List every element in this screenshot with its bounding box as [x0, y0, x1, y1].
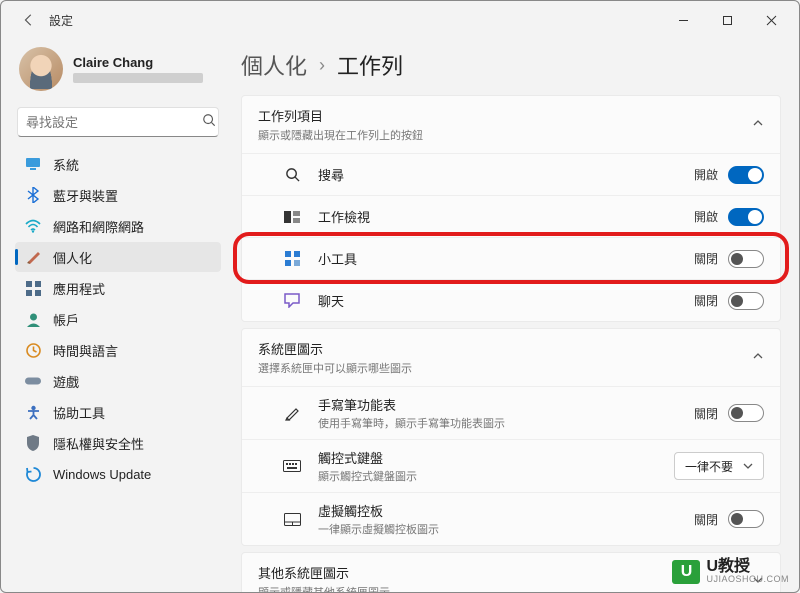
- sidebar-item-clock[interactable]: 時間與語言: [15, 335, 221, 365]
- toggle-switch[interactable]: [728, 404, 764, 422]
- row-sublabel: 使用手寫筆時，顯示手寫筆功能表圖示: [318, 415, 694, 431]
- taskbar-item-row: 小工具關閉: [242, 237, 780, 279]
- window-title: 設定: [49, 12, 73, 29]
- sidebar-item-label: 藍牙與裝置: [53, 186, 118, 205]
- toggle-state: 開啟: [694, 208, 718, 225]
- sidebar-item-bluetooth[interactable]: 藍牙與裝置: [15, 180, 221, 210]
- sidebar-item-label: 時間與語言: [53, 341, 118, 360]
- sidebar-item-label: 隱私權與安全性: [53, 434, 144, 453]
- sidebar-item-apps[interactable]: 應用程式: [15, 273, 221, 303]
- apps-icon: [25, 280, 41, 296]
- toggle-state: 關閉: [694, 292, 718, 309]
- breadcrumb-current: 工作列: [337, 49, 403, 81]
- sidebar-item-label: 網路和網際網路: [53, 217, 144, 236]
- taskview-icon: [282, 211, 302, 223]
- sidebar-item-label: 協助工具: [53, 403, 105, 422]
- row-label: 手寫筆功能表: [318, 395, 694, 414]
- watermark: U U教授 UJIAOSHOU.COM: [672, 559, 789, 584]
- toggle-switch[interactable]: [728, 208, 764, 226]
- row-label: 搜尋: [318, 165, 694, 184]
- search-box[interactable]: [17, 107, 219, 137]
- section-tray-icons: 系統匣圖示 選擇系統匣中可以顯示哪些圖示 手寫筆功能表使用手寫筆時，顯示手寫筆功…: [241, 328, 781, 546]
- bluetooth-icon: [25, 187, 41, 203]
- section-header[interactable]: 系統匣圖示 選擇系統匣中可以顯示哪些圖示: [242, 329, 780, 386]
- toggle-switch[interactable]: [728, 292, 764, 310]
- sidebar-item-shield[interactable]: 隱私權與安全性: [15, 428, 221, 458]
- sidebar-item-access[interactable]: 協助工具: [15, 397, 221, 427]
- chevron-up-icon: [752, 349, 764, 367]
- toggle-switch[interactable]: [728, 250, 764, 268]
- user-icon: [25, 311, 41, 327]
- clock-icon: [25, 342, 41, 358]
- chat-icon: [282, 293, 302, 308]
- sidebar-item-user[interactable]: 帳戶: [15, 304, 221, 334]
- toggle-state: 開啟: [694, 166, 718, 183]
- row-sublabel: 顯示觸控式鍵盤圖示: [318, 468, 674, 484]
- row-label: 工作檢視: [318, 207, 694, 226]
- profile-email-redacted: [73, 73, 203, 83]
- toggle-switch[interactable]: [728, 510, 764, 528]
- row-label: 觸控式鍵盤: [318, 448, 674, 467]
- game-icon: [25, 373, 41, 389]
- section-taskbar-items: 工作列項目 顯示或隱藏出現在工作列上的按鈕 搜尋開啟工作檢視開啟小工具關閉聊天關…: [241, 95, 781, 322]
- sidebar-item-label: 帳戶: [53, 310, 79, 329]
- breadcrumb-parent[interactable]: 個人化: [241, 49, 307, 81]
- sidebar-item-label: Windows Update: [53, 467, 151, 482]
- pen-icon: [282, 405, 302, 421]
- back-button[interactable]: [15, 6, 43, 34]
- row-label: 小工具: [318, 249, 694, 268]
- taskbar-item-row: 工作檢視開啟: [242, 195, 780, 237]
- sidebar-item-label: 個人化: [53, 248, 92, 267]
- row-label: 聊天: [318, 291, 694, 310]
- toggle-switch[interactable]: [728, 166, 764, 184]
- taskbar-item-row: 搜尋開啟: [242, 153, 780, 195]
- search-icon: [282, 167, 302, 182]
- search-icon: [202, 113, 216, 132]
- close-button[interactable]: [749, 5, 793, 35]
- taskbar-item-row: 聊天關閉: [242, 279, 780, 321]
- tray-item-row: 觸控式鍵盤顯示觸控式鍵盤圖示一律不要: [242, 439, 780, 492]
- access-icon: [25, 404, 41, 420]
- widgets-icon: [282, 251, 302, 266]
- toggle-state: 關閉: [694, 511, 718, 528]
- monitor-icon: [25, 156, 41, 172]
- section-header[interactable]: 工作列項目 顯示或隱藏出現在工作列上的按鈕: [242, 96, 780, 153]
- touchpad-icon: [282, 513, 302, 526]
- sidebar-item-label: 應用程式: [53, 279, 105, 298]
- update-icon: [25, 466, 41, 482]
- chevron-right-icon: ›: [319, 55, 325, 76]
- sidebar-item-game[interactable]: 遊戲: [15, 366, 221, 396]
- search-input[interactable]: [26, 115, 202, 130]
- sidebar-item-label: 遊戲: [53, 372, 79, 391]
- tray-item-row: 手寫筆功能表使用手寫筆時，顯示手寫筆功能表圖示關閉: [242, 386, 780, 439]
- breadcrumb: 個人化 › 工作列: [241, 49, 781, 81]
- row-label: 虛擬觸控板: [318, 501, 694, 520]
- sidebar-item-label: 系統: [53, 155, 79, 174]
- shield-icon: [25, 435, 41, 451]
- chevron-up-icon: [752, 116, 764, 134]
- kbd-icon: [282, 460, 302, 472]
- avatar: [19, 47, 63, 91]
- sidebar-item-wifi[interactable]: 網路和網際網路: [15, 211, 221, 241]
- profile[interactable]: Claire Chang: [15, 43, 221, 99]
- maximize-button[interactable]: [705, 5, 749, 35]
- toggle-state: 關閉: [694, 250, 718, 267]
- sidebar-item-monitor[interactable]: 系統: [15, 149, 221, 179]
- wifi-icon: [25, 218, 41, 234]
- select-dropdown[interactable]: 一律不要: [674, 452, 764, 480]
- sidebar-item-brush[interactable]: 個人化: [15, 242, 221, 272]
- tray-item-row: 虛擬觸控板一律顯示虛擬觸控板圖示關閉: [242, 492, 780, 545]
- sidebar-item-update[interactable]: Windows Update: [15, 459, 221, 489]
- toggle-state: 關閉: [694, 405, 718, 422]
- row-sublabel: 一律顯示虛擬觸控板圖示: [318, 521, 694, 537]
- minimize-button[interactable]: [661, 5, 705, 35]
- brush-icon: [25, 249, 41, 265]
- profile-name: Claire Chang: [73, 55, 203, 70]
